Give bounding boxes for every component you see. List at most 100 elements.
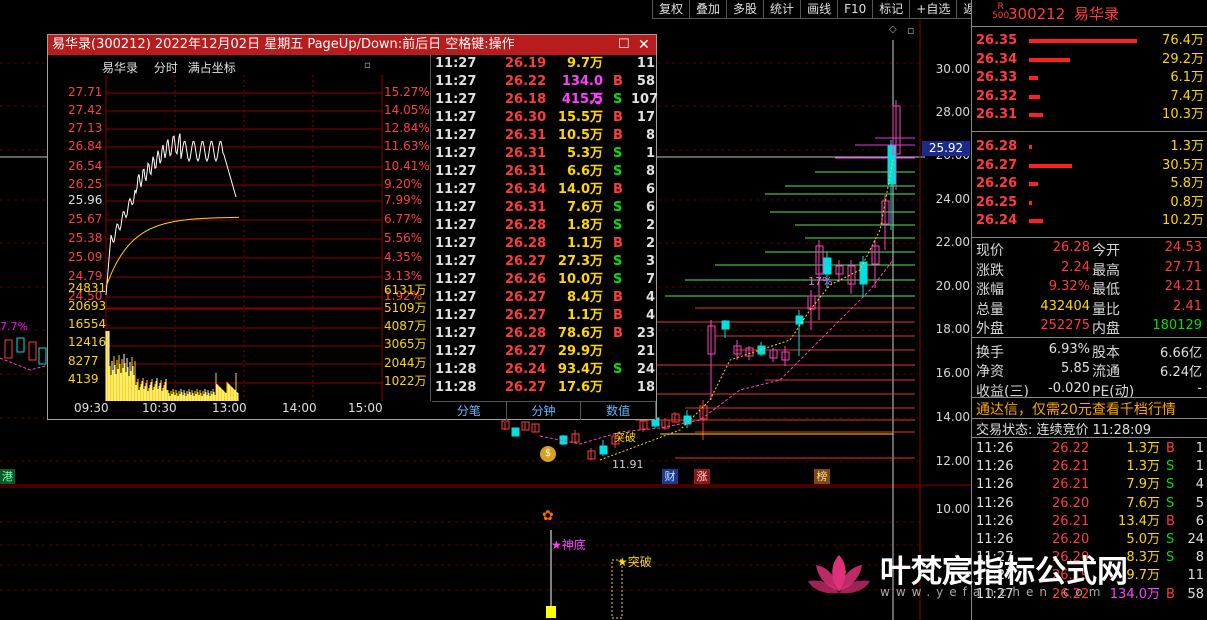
- trade-v: 10.5万: [557, 128, 603, 143]
- trade-n: 2: [645, 236, 655, 251]
- trade-n: 58: [636, 74, 655, 89]
- watermark-url: www.yefanchen.com: [880, 585, 1107, 599]
- quote-value: -0.020: [1048, 380, 1090, 396]
- trade-d: B: [613, 110, 623, 125]
- trade-d: S: [613, 362, 623, 377]
- popup-title-bar[interactable]: 易华录(300212) 2022年12月02日 星期五 PageUp/Down:…: [48, 35, 656, 55]
- trade-row: 11:27 26.27 8.4万 B 4: [435, 289, 655, 307]
- popup-vol-label: 5109万: [384, 301, 427, 315]
- quote-stats: 现价 26.28 今开 24.53 涨跌 2.24 最高 27.71 涨幅 9.32% 最低 24.2…: [972, 240, 1207, 400]
- popup-vol-label: 20693: [68, 299, 107, 313]
- popup-time-label: 14:00: [282, 401, 317, 415]
- tick-row: 11:26 26.21 13.4万 B 6: [976, 513, 1204, 531]
- toolbar-item[interactable]: 统计: [763, 0, 801, 19]
- asks-depth-bar: [1029, 94, 1040, 99]
- bids-volume: 30.5万: [1162, 157, 1204, 173]
- trade-n: 8: [645, 164, 655, 179]
- price-axis-label: 24.00: [935, 192, 970, 206]
- quote-value: 2.24: [1061, 259, 1090, 275]
- bids-depth-bar: [1029, 145, 1032, 149]
- finance-marker[interactable]: 财: [662, 469, 678, 484]
- toolbar-item[interactable]: 标记: [872, 0, 910, 19]
- trade-p: 26.27: [505, 290, 547, 305]
- tick-d: S: [1166, 477, 1175, 493]
- trade-d: B: [613, 182, 623, 197]
- toolbar-item[interactable]: 叠加: [689, 0, 727, 19]
- popup-time-label: 15:00: [348, 401, 383, 415]
- popup-pct-label: 12.84%: [384, 121, 430, 135]
- pct-label-left: 7.7%: [0, 320, 28, 333]
- trade-p: 26.31: [505, 200, 547, 215]
- trade-t: 11:27: [435, 326, 477, 341]
- shendi-signal-label: ★神底: [551, 538, 586, 552]
- trade-t: 11:27: [435, 308, 477, 323]
- quote-value: 6.93%: [1048, 341, 1090, 357]
- breakout-label: 突破: [614, 431, 636, 444]
- trade-p: 26.22: [505, 74, 547, 89]
- trade-row: 11:27 26.22 134.0万 B 58: [435, 73, 655, 107]
- price-axis-label: 22.00: [935, 235, 970, 249]
- asks-price: 26.34: [976, 51, 1018, 67]
- money-bag-icon[interactable]: $: [540, 446, 556, 462]
- ranking-marker[interactable]: 榜: [814, 469, 830, 484]
- trade-p: 26.31: [505, 146, 547, 161]
- toolbar-item[interactable]: 画线: [800, 0, 838, 19]
- quote-label: 外盘: [976, 321, 1004, 337]
- quote-divider: [972, 337, 1207, 338]
- toolbar-item[interactable]: F10: [837, 0, 873, 19]
- trade-n: 3: [645, 254, 655, 269]
- trade-p: 26.28: [505, 218, 547, 233]
- popup-tab[interactable]: 分钟: [507, 402, 582, 420]
- trade-row: 11:27 26.28 1.1万 B 2: [435, 235, 655, 253]
- trade-d: S: [613, 254, 623, 269]
- trade-v: 8.4万: [566, 290, 603, 305]
- stock-code: 300212: [1008, 5, 1066, 23]
- popup-pct-label: 15.27%: [384, 85, 430, 99]
- trade-p: 26.27: [505, 344, 547, 359]
- asks-price: 26.31: [976, 107, 1018, 122]
- intraday-chart[interactable]: [48, 55, 432, 419]
- bids-depth-bar: [1029, 219, 1043, 223]
- tick-n: 4: [1195, 477, 1204, 493]
- trade-row: 11:27 26.28 1.8万 S 2: [435, 217, 655, 235]
- popup-pct-label: 4.35%: [384, 250, 423, 264]
- trade-state: 交易状态: 连续竞价 11:28:09: [976, 423, 1152, 438]
- quote-value: 6.66亿: [1160, 345, 1202, 361]
- toolbar-item[interactable]: 复权: [652, 0, 690, 19]
- trade-d: B: [613, 326, 623, 341]
- popup-price-label: 26.25: [68, 177, 103, 191]
- ad-banner[interactable]: 通达信，仅需20元查看千档行情: [976, 399, 1176, 419]
- popup-tab[interactable]: 分笔: [432, 402, 507, 420]
- trade-n: 7: [645, 272, 655, 287]
- popup-price-label: 25.67: [68, 212, 103, 226]
- trade-row: 11:27 26.34 14.0万 B 6: [435, 181, 655, 199]
- maximize-icon[interactable]: ☐: [618, 35, 630, 55]
- tick-n: 1: [1195, 459, 1204, 475]
- popup-price-label: 27.13: [68, 121, 103, 135]
- candle-body: [511, 427, 520, 437]
- limit-up-marker[interactable]: 涨: [694, 469, 710, 484]
- hk-connect-marker[interactable]: 港: [0, 469, 15, 484]
- toolbar-item[interactable]: 多股: [726, 0, 764, 19]
- tick-d: S: [1166, 532, 1175, 547]
- trade-t: 11:27: [435, 254, 477, 269]
- close-icon[interactable]: ✕: [638, 35, 650, 55]
- popup-price-label: 27.42: [68, 103, 103, 117]
- popup-tab[interactable]: 数值: [581, 402, 657, 420]
- ask-order-book: 26.35 76.4万 26.34 29.2万 26.33 6.1万 26.32 7.4万 26…: [972, 32, 1207, 128]
- asks-row: 26.34 29.2万: [976, 51, 1204, 69]
- asks-row: 26.35 76.4万: [976, 32, 1204, 50]
- toolbar-item[interactable]: +自选: [909, 0, 957, 19]
- trade-p: 26.26: [505, 272, 547, 287]
- trade-d: S: [613, 164, 623, 179]
- top-toolbar: 复权叠加多股统计画线F10标记+自选返回: [652, 0, 995, 19]
- price-axis-label: 28.00: [935, 105, 970, 119]
- asks-price: 26.35: [976, 33, 1018, 48]
- tick-t: 11:26: [976, 477, 1014, 493]
- trade-p: 26.24: [505, 362, 547, 377]
- intraday-popup[interactable]: 易华录(300212) 2022年12月02日 星期五 PageUp/Down:…: [47, 34, 658, 420]
- quote-label: 股本: [1092, 344, 1120, 361]
- candle-body: [4, 339, 13, 359]
- trade-v: 9.7万: [566, 56, 603, 71]
- trade-t: 11:27: [435, 218, 477, 233]
